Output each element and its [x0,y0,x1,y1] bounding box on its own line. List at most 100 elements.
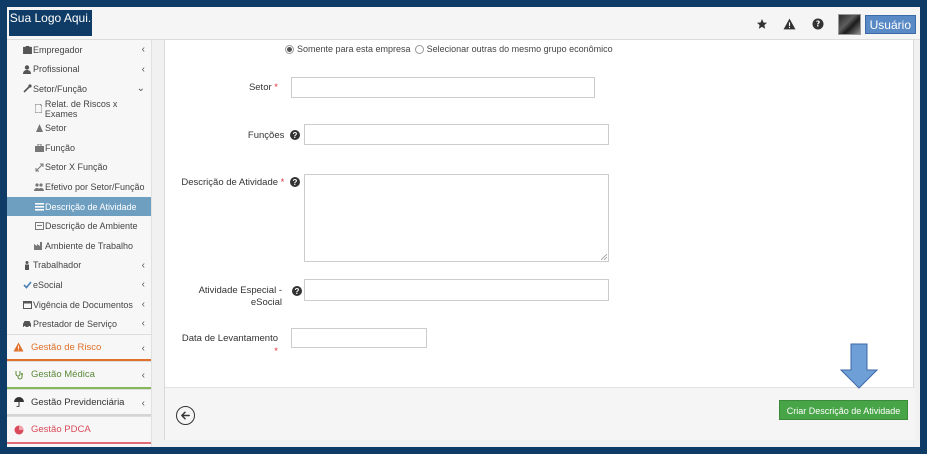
back-button[interactable] [176,406,195,425]
radio-option-group-companies[interactable]: Selecionar outras do mesmo grupo econômi… [414,44,613,54]
chevron-icon: ‹ [141,279,145,291]
chevron-icon: ‹ [141,342,145,354]
sidebar-group-gestao-medica[interactable]: Gestão Médica ‹ [7,361,151,389]
chevron-icon: ‹ [141,44,145,55]
check-icon [22,280,32,290]
chevron-icon: ‹ [141,318,145,330]
create-activity-description-button[interactable]: Criar Descrição de Atividade [779,400,908,420]
sidebar-item-label: Profissional [33,64,80,75]
top-bar: Sua Logo Aqui. ? Usuário [7,7,920,40]
sidebar-group-label: Gestão Previdenciária [31,396,125,408]
briefcase-icon [34,143,44,153]
factory-icon [34,241,44,251]
sidebar-item-label: Descrição de Ambiente [45,221,138,232]
help-icon[interactable]: ? [292,286,302,296]
warning-icon[interactable] [776,13,804,35]
sidebar-item-label: Prestador de Serviço [33,319,118,330]
users-icon [34,182,44,192]
atividade-especial-input[interactable] [304,279,609,301]
building-icon [22,45,32,55]
sidebar-group-gestao-previdenciaria[interactable]: Gestão Previdenciária ‹ [7,388,151,417]
calendar-icon [22,300,32,310]
sidebar-item-vigencia-de-documentos[interactable]: Vigência de Documentos ‹ [7,295,151,315]
sidebar-item-label: Empregador [33,44,83,55]
sidebar-item-ambiente-de-trabalho[interactable]: Ambiente de Trabalho [7,236,151,256]
sidebar-item-label: eSocial [33,279,63,290]
funcoes-input[interactable] [304,124,609,145]
data-levantamento-label: Data de Levantamento * [165,332,278,358]
list-alt-icon [34,221,44,231]
chevron-icon: ⌄ [136,83,145,95]
help-icon[interactable]: ? [290,177,300,188]
radio-button[interactable] [414,44,424,54]
sidebar: Empregador ‹ Profissional ‹ Setor/Função ⌄ Rel… [7,40,152,447]
sidebar-item-descricao-de-ambiente[interactable]: Descrição de Ambiente [7,216,151,236]
warning-icon [12,342,25,352]
data-levantamento-input[interactable] [291,328,427,348]
company-scope-radio-group: Somente para esta empresa Selecionar out… [285,44,617,54]
chevron-icon: ‹ [141,63,145,75]
app-window: Sua Logo Aqui. ? Usuário Empregador ‹ Prof… [7,7,920,447]
form-footer: Criar Descrição de Atividade [165,387,915,440]
atividade-especial-label: Atividade Especial - eSocial [198,285,282,308]
list-icon [34,202,44,212]
sidebar-group-label: Gestão PDCA [31,424,91,436]
sidebar-item-label: Ambiente de Trabalho [45,240,134,251]
radio-button[interactable] [285,44,294,54]
chevron-icon: ‹ [141,259,145,271]
help-icon[interactable]: ? [804,13,832,35]
sidebar-item-trabalhador[interactable]: Trabalhador ‹ [7,256,151,276]
sidebar-item-profissional[interactable]: Profissional ‹ [7,60,151,80]
sidebar-group-gestao-de-risco[interactable]: Gestão de Risco ‹ [7,333,151,362]
setor-input[interactable] [291,77,595,98]
star-icon[interactable] [748,13,776,35]
car-icon [22,319,32,329]
radio-label: Somente para esta empresa [297,44,411,54]
tools-icon [22,84,32,94]
sidebar-groups: Gestão de Risco ‹ Gestão Médica ‹ Gestão Pre… [7,333,151,444]
user-menu-button[interactable]: Usuário [864,14,916,34]
sidebar-item-relat-de-riscos-x-exames[interactable]: Relat. de Riscos x Exames [7,99,151,119]
sidebar-item-label: Trabalhador [33,260,82,271]
sidebar-item-label: Vigência de Documentos [33,299,133,310]
pie-chart-icon [12,425,25,435]
sidebar-item-prestador-de-servico[interactable]: Prestador de Serviço ‹ [7,314,151,334]
chevron-icon: ‹ [141,298,145,310]
sidebar-group-label: Gestão de Risco [31,341,102,353]
sidebar-item-setor-x-funcao[interactable]: Setor X Função [7,158,151,178]
top-actions: ? Usuário [748,13,916,35]
annotation-arrow-icon [840,343,878,389]
umbrella-icon [12,397,25,408]
descricao-textarea[interactable] [304,174,609,262]
sidebar-item-label: Relat. de Riscos x Exames [44,98,118,119]
person-icon [22,260,32,270]
svg-text:?: ? [815,20,819,29]
form-panel: Somente para esta empresa Selecionar out… [164,40,915,440]
sidebar-item-label: Efetivo por Setor/Função [45,181,145,192]
sidebar-group-gestao-pdca[interactable]: Gestão PDCA [7,416,151,444]
sitemap-icon [34,123,44,133]
link-icon [34,162,44,172]
setor-label: Setor * [248,82,278,93]
sidebar-group-label: Gestão Médica [31,369,95,381]
sidebar-menu: Empregador ‹ Profissional ‹ Setor/Função ⌄ Rel… [7,40,151,334]
file-icon [34,104,44,114]
chevron-icon: ‹ [141,397,145,409]
resize-handle-icon[interactable] [601,254,607,260]
funcoes-label: Funções ? [205,130,300,141]
help-icon[interactable]: ? [290,130,300,141]
radio-label: Selecionar outras do mesmo grupo econômi… [426,44,613,54]
sidebar-item-descricao-de-atividade[interactable]: Descrição de Atividade [7,196,151,217]
radio-option-this-company[interactable]: Somente para esta empresa [285,44,411,54]
sidebar-item-funcao[interactable]: Função [7,138,151,158]
sidebar-item-esocial[interactable]: eSocial ‹ [7,275,151,295]
sidebar-item-setor[interactable]: Setor [7,118,151,138]
sidebar-item-label: Setor X Função [45,162,108,173]
avatar[interactable] [837,13,861,35]
arrow-left-icon [181,411,190,420]
sidebar-item-empregador[interactable]: Empregador ‹ [7,40,151,60]
sidebar-item-efetivo-por-setor-funcao[interactable]: Efetivo por Setor/Função [7,177,151,197]
descricao-label: Descrição de Atividade * ? [165,177,300,188]
sidebar-item-setor-funcao[interactable]: Setor/Função ⌄ [7,79,151,99]
logo[interactable]: Sua Logo Aqui. [9,10,92,36]
